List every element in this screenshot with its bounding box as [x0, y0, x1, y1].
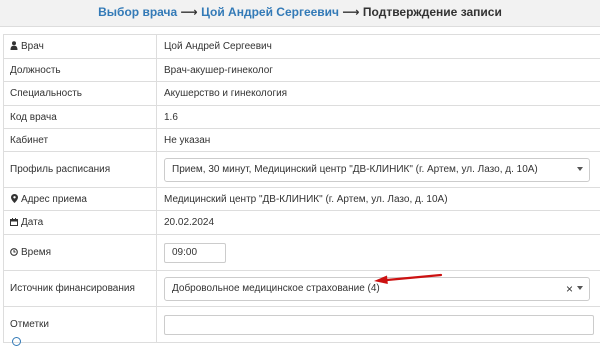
breadcrumb-separator: ⟶	[342, 5, 360, 19]
schedule-profile-label: Профиль расписания	[4, 152, 157, 187]
breadcrumb-separator: ⟶	[180, 5, 198, 19]
row-date: Дата 20.02.2024	[4, 211, 600, 235]
doctor-value: Цой Андрей Сергеевич	[164, 41, 272, 52]
specialty-label: Специальность	[4, 82, 157, 105]
address-value: Медицинский центр "ДВ-КЛИНИК" (г. Артем,…	[164, 193, 448, 205]
row-funding-source: Источник финансирования Добровольное мед…	[4, 271, 600, 307]
row-address: Адрес приема Медицинский центр "ДВ-КЛИНИ…	[4, 188, 600, 211]
funding-source-label: Источник финансирования	[4, 271, 157, 306]
clock-icon	[10, 247, 18, 258]
doctor-code-label: Код врача	[4, 106, 157, 128]
cabinet-label: Кабинет	[4, 129, 157, 151]
breadcrumb-current-step: Подтверждение записи	[362, 5, 502, 19]
row-doctor-code: Код врача 1.6	[4, 106, 600, 129]
doctor-label: Врач	[21, 41, 44, 52]
row-time: Время 09:00	[4, 235, 600, 271]
chevron-down-icon[interactable]	[577, 166, 583, 171]
notes-label: Отметки	[4, 307, 157, 342]
notes-input[interactable]	[164, 314, 594, 335]
specialty-value: Акушерство и гинекология	[164, 88, 288, 99]
map-marker-icon	[10, 193, 18, 205]
row-schedule-profile: Профиль расписания Прием, 30 минут, Меди…	[4, 152, 600, 188]
chevron-down-icon[interactable]	[577, 285, 583, 290]
annotation-arrow-icon	[374, 273, 443, 284]
funding-source-selected-value: Добровольное медицинское страхование (4)	[172, 283, 380, 294]
calendar-icon	[10, 217, 18, 228]
close-icon[interactable]: ×	[566, 281, 573, 297]
schedule-profile-selected-value: Прием, 30 минут, Медицинский центр "ДВ-К…	[172, 164, 538, 175]
date-label: Дата	[21, 217, 44, 228]
appointment-confirmation-form: Врач Цой Андрей Сергеевич Должность Врач…	[3, 34, 600, 343]
breadcrumb: Выбор врача ⟶ Цой Андрей Сергеевич ⟶ Под…	[0, 0, 600, 27]
row-specialty: Специальность Акушерство и гинекология	[4, 82, 600, 106]
time-selected-value: 09:00	[172, 247, 198, 258]
user-md-icon	[10, 41, 18, 52]
row-doctor: Врач Цой Андрей Сергеевич	[4, 35, 600, 59]
date-value: 20.02.2024	[164, 217, 215, 228]
position-label: Должность	[4, 59, 157, 81]
address-label: Адрес приема	[21, 193, 87, 205]
time-label: Время	[21, 247, 52, 258]
cabinet-value: Не указан	[164, 134, 211, 146]
row-notes: Отметки	[4, 307, 600, 343]
breadcrumb-doctor-link[interactable]: Цой Андрей Сергеевич	[201, 5, 339, 19]
doctor-code-value: 1.6	[164, 111, 178, 123]
row-cabinet: Кабинет Не указан	[4, 129, 600, 152]
row-position: Должность Врач-акушер-гинеколог	[4, 59, 600, 82]
schedule-profile-select[interactable]: Прием, 30 минут, Медицинский центр "ДВ-К…	[164, 157, 590, 182]
position-value: Врач-акушер-гинеколог	[164, 64, 273, 76]
time-select[interactable]: 09:00	[164, 242, 226, 263]
breadcrumb-choose-doctor-link[interactable]: Выбор врача	[98, 5, 177, 19]
